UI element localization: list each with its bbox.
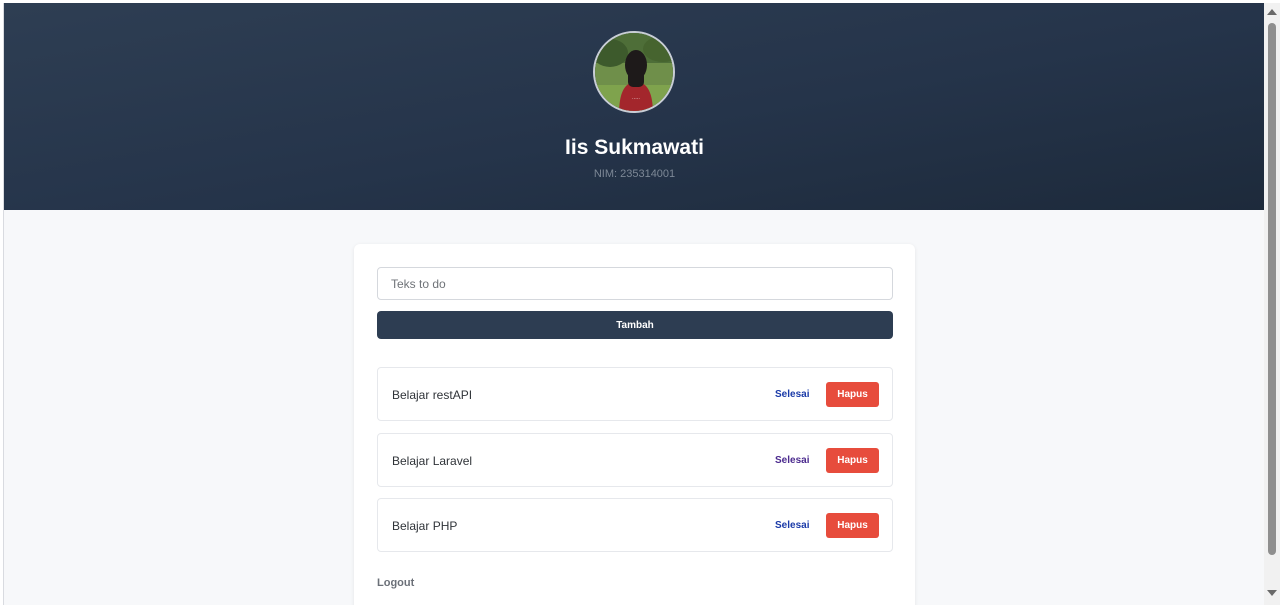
delete-button[interactable]: Hapus (826, 448, 879, 473)
logout-link[interactable]: Logout (377, 577, 414, 589)
delete-button[interactable]: Hapus (826, 513, 879, 538)
todo-item: Belajar PHP Selesai Hapus (377, 498, 893, 552)
todo-text: Belajar restAPI (392, 388, 473, 402)
add-button[interactable]: Tambah (377, 311, 893, 339)
todo-text: Belajar PHP (392, 519, 458, 533)
profile-header: ..... Iis Sukmawati NIM: 235314001 (4, 3, 1264, 210)
avatar: ..... (593, 31, 675, 113)
page: ..... Iis Sukmawati NIM: 235314001 Tamba… (3, 3, 1264, 605)
done-link[interactable]: Selesai (775, 455, 809, 466)
profile-name: Iis Sukmawati (565, 136, 704, 159)
scrollbar-thumb[interactable] (1268, 23, 1276, 555)
todo-item: Belajar restAPI Selesai Hapus (377, 367, 893, 421)
todo-text: Belajar Laravel (392, 454, 473, 468)
scroll-up-arrow-icon[interactable] (1267, 9, 1277, 15)
delete-button[interactable]: Hapus (826, 382, 879, 407)
svg-text:.....: ..... (632, 95, 640, 101)
todo-input[interactable] (377, 267, 893, 300)
todo-card: Tambah Belajar restAPI Selesai Hapus Bel… (354, 244, 915, 605)
vertical-scrollbar[interactable] (1264, 3, 1280, 605)
profile-nim: NIM: 235314001 (593, 168, 676, 180)
done-link[interactable]: Selesai (775, 389, 809, 400)
done-link[interactable]: Selesai (775, 520, 809, 531)
todo-item: Belajar Laravel Selesai Hapus (377, 433, 893, 487)
avatar-photo: ..... (595, 33, 673, 111)
scroll-down-arrow-icon[interactable] (1267, 590, 1277, 596)
